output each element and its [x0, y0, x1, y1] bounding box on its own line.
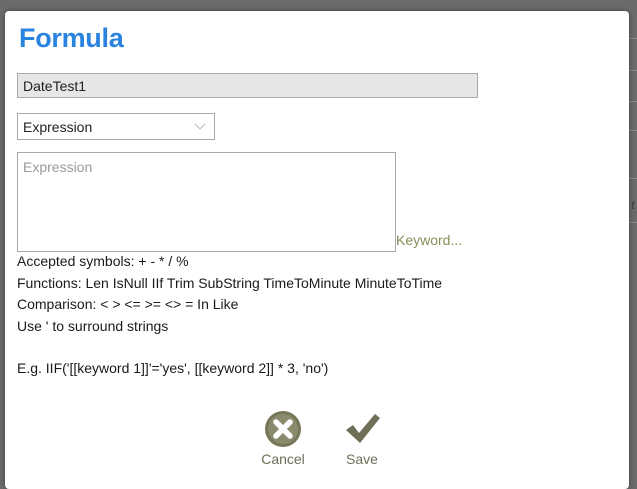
help-example: E.g. IIF('[[keyword 1]]'='yes', [[keywor… — [17, 360, 329, 376]
formula-dialog: Formula Expression Keyword... Accepted s… — [5, 11, 629, 489]
formula-name-input[interactable] — [17, 73, 478, 98]
cancel-label: Cancel — [261, 451, 305, 467]
expression-textarea[interactable] — [17, 152, 396, 252]
cancel-button[interactable]: Cancel — [253, 409, 313, 467]
cancel-icon — [265, 411, 301, 447]
help-comparison: Comparison: < > <= >= <> = In Like — [17, 296, 239, 312]
help-strings: Use ' to surround strings — [17, 318, 169, 334]
help-functions: Functions: Len IsNull IIf Trim SubString… — [17, 275, 443, 291]
save-button[interactable]: Save — [332, 409, 392, 467]
checkmark-icon — [346, 414, 380, 443]
chevron-down-icon — [194, 118, 206, 130]
formula-type-select[interactable]: Expression — [17, 113, 215, 140]
help-accepted-symbols: Accepted symbols: + - * / % — [17, 253, 189, 269]
keyword-link[interactable]: Keyword... — [396, 232, 462, 248]
formula-type-selected: Expression — [23, 119, 93, 135]
background-text: t — [631, 198, 635, 213]
dialog-title: Formula — [19, 23, 124, 53]
save-label: Save — [346, 451, 378, 467]
